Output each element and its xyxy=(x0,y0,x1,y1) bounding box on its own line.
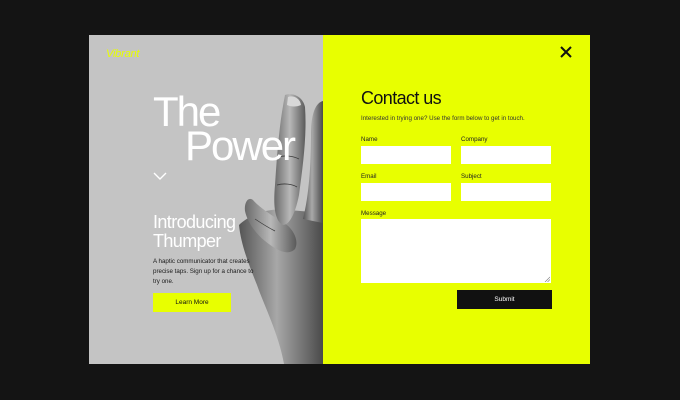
contact-title: Contact us xyxy=(361,88,442,108)
chevron-down-icon[interactable] xyxy=(153,171,167,181)
contact-panel: Contact us Interested in trying one? Use… xyxy=(323,35,590,364)
brand-logo[interactable]: Vibrant xyxy=(106,48,139,60)
submit-button[interactable]: Submit xyxy=(457,290,552,309)
promo-panel: Vibrant The Power Introducing Thumper A … xyxy=(89,35,323,364)
email-label: Email xyxy=(361,173,377,180)
subject-label: Subject xyxy=(461,173,482,180)
resize-grip-icon[interactable] xyxy=(544,276,550,282)
subject-field[interactable] xyxy=(461,183,551,201)
close-icon[interactable] xyxy=(559,45,573,59)
company-label: Company xyxy=(461,136,488,143)
promo-description: A haptic communicator that creates preci… xyxy=(153,258,254,285)
message-label: Message xyxy=(361,210,387,217)
message-field[interactable] xyxy=(361,219,551,283)
hero-title-line2: Power xyxy=(185,122,296,169)
company-field[interactable] xyxy=(461,146,551,164)
name-label: Name xyxy=(361,136,378,143)
contact-modal: Vibrant The Power Introducing Thumper A … xyxy=(89,35,590,364)
promo-title: Introducing Thumper xyxy=(153,212,236,251)
hand-photo xyxy=(239,94,323,364)
name-field[interactable] xyxy=(361,146,451,164)
email-field[interactable] xyxy=(361,183,451,201)
learn-more-button[interactable]: Learn More xyxy=(153,293,231,312)
contact-subtitle: Interested in trying one? Use the form b… xyxy=(361,115,525,122)
